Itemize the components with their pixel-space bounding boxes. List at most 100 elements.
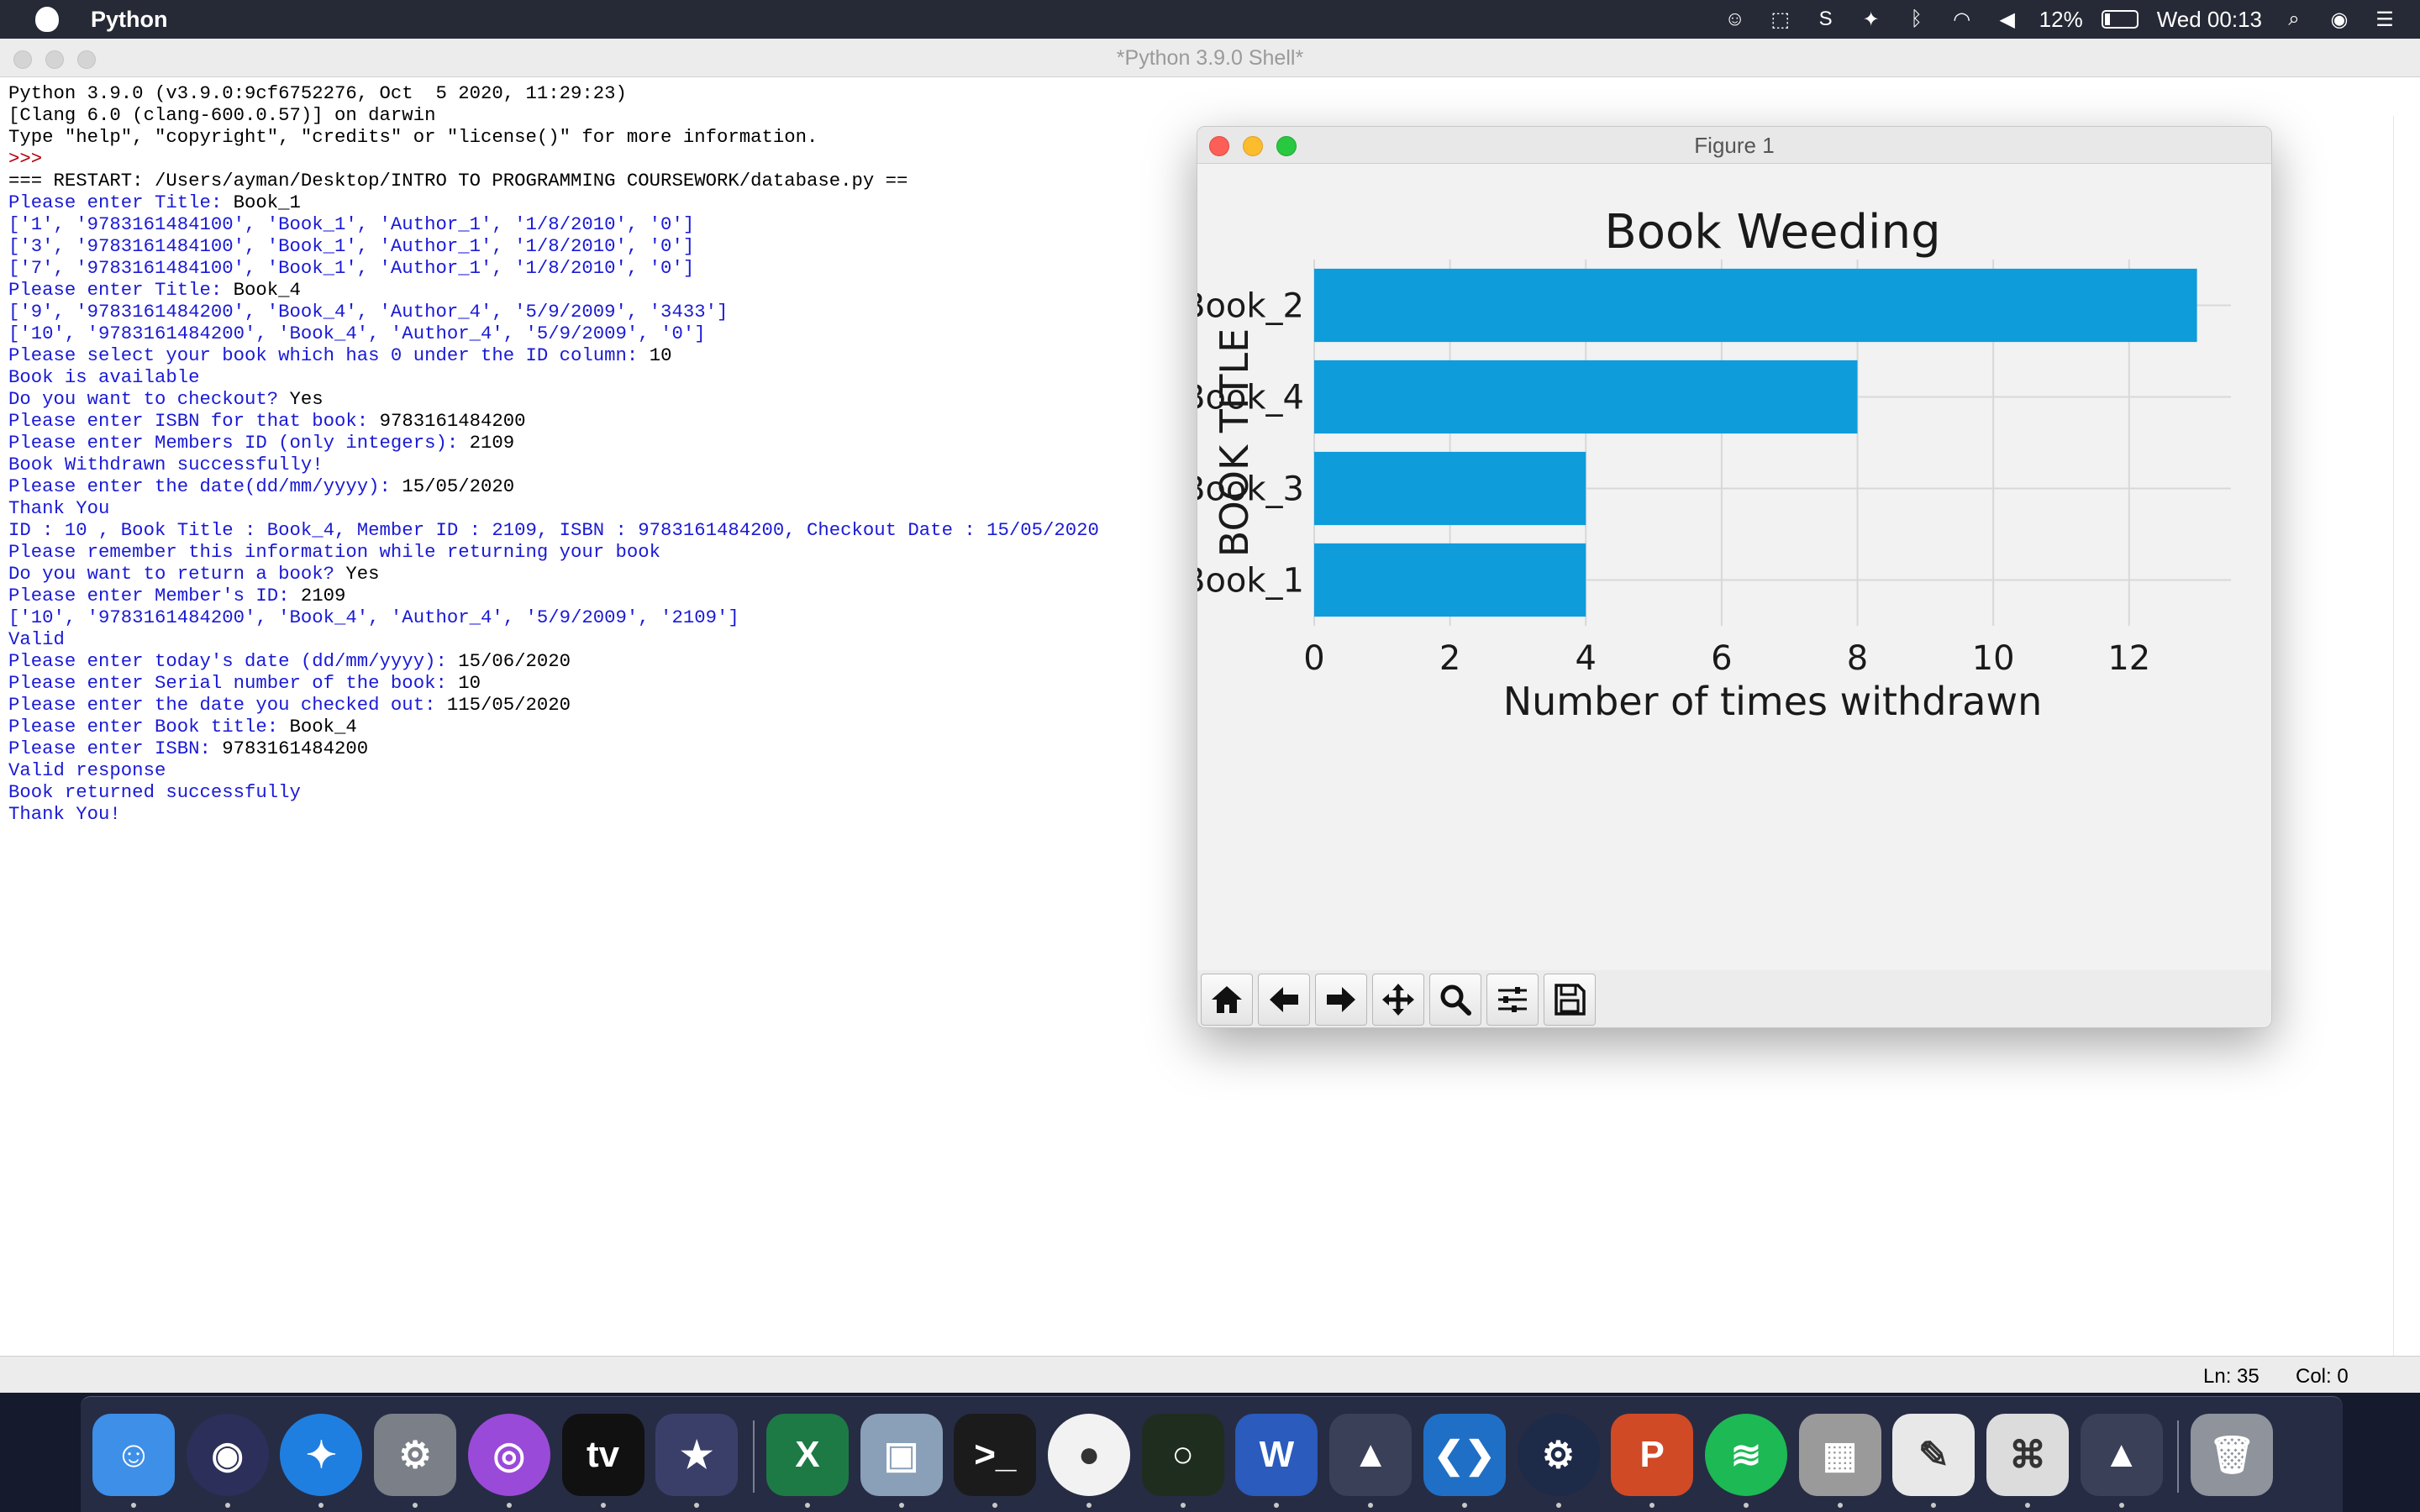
- excel-icon[interactable]: X: [765, 1414, 849, 1496]
- x-tick-label: 2: [1439, 639, 1460, 678]
- running-indicator: [2025, 1503, 2030, 1508]
- running-indicator: [1649, 1503, 1655, 1508]
- y-axis-label: BOOK TITLE: [1212, 328, 1257, 557]
- chrome-icon[interactable]: ●: [1048, 1414, 1130, 1496]
- zoom-button-toolbar[interactable]: [1429, 974, 1481, 1026]
- zoom-button[interactable]: [1276, 136, 1297, 156]
- running-indicator: [1837, 1503, 1843, 1508]
- x-tick-label: 10: [1972, 639, 2015, 678]
- shell-line: ['7', '9783161484100', 'Book_1', 'Author…: [8, 257, 695, 279]
- dock-separator: [2177, 1420, 2180, 1493]
- battery-icon[interactable]: [2101, 10, 2139, 29]
- steam-icon[interactable]: ⚙: [1517, 1414, 1600, 1496]
- running-indicator: [2118, 1503, 2124, 1508]
- shell-prompt-text: Please select your book which has 0 unde…: [8, 344, 650, 366]
- preview-icon[interactable]: ▣: [860, 1414, 943, 1496]
- trash-icon[interactable]: 🗑: [2191, 1414, 2274, 1496]
- bar-book-2: [1314, 268, 2197, 343]
- chart-canvas[interactable]: Book_2Book_4Book_3Book_1024681012Book We…: [1197, 164, 2271, 970]
- scrollbar[interactable]: [2393, 116, 2420, 1356]
- shell-line: Please enter Title: Book_1: [8, 192, 1099, 213]
- pan-button[interactable]: [1372, 974, 1424, 1026]
- calculator-icon[interactable]: ▦: [1798, 1414, 1881, 1496]
- shell-title: *Python 3.9.0 Shell*: [1116, 46, 1304, 70]
- alien-icon[interactable]: ☺: [1722, 7, 1749, 32]
- shell-line: Book is available: [8, 366, 200, 388]
- battery-percent[interactable]: 12%: [2039, 7, 2083, 33]
- bar-book-1: [1314, 543, 1586, 617]
- shell-line: ['10', '9783161484200', 'Book_4', 'Autho…: [8, 323, 706, 344]
- shell-line: Valid: [8, 628, 65, 650]
- running-indicator: [318, 1503, 324, 1508]
- rocket-2-icon[interactable]: ▲: [2080, 1414, 2163, 1496]
- bluetooth-icon[interactable]: ᛒ: [1903, 7, 1930, 32]
- shell-line: Please enter Members ID (only integers):…: [8, 432, 1099, 454]
- word-icon[interactable]: W: [1235, 1414, 1318, 1496]
- shell-user-input: 115/05/2020: [446, 694, 571, 716]
- shell-line: Book Withdrawn successfully!: [8, 454, 324, 475]
- shell-line: Please enter the date you checked out: 1…: [8, 694, 1099, 716]
- textedit-icon[interactable]: ✎: [1892, 1414, 1975, 1496]
- figure-title: Figure 1: [1694, 133, 1775, 158]
- save-button[interactable]: [1544, 974, 1596, 1026]
- shell-title-bar[interactable]: *Python 3.9.0 Shell*: [0, 39, 2420, 77]
- s5-icon[interactable]: S: [1812, 7, 1839, 32]
- safari-icon[interactable]: ✦: [280, 1414, 363, 1496]
- shell-prompt-text: Please enter ISBN for that book:: [8, 410, 380, 432]
- volume-icon[interactable]: ◀: [1994, 7, 2021, 32]
- configure-subplots-button[interactable]: [1486, 974, 1539, 1026]
- shell-line: Please enter today's date (dd/mm/yyyy): …: [8, 650, 1099, 672]
- running-indicator: [413, 1503, 418, 1508]
- forward-button[interactable]: [1315, 974, 1367, 1026]
- shell-prompt-text: Please enter today's date (dd/mm/yyyy):: [8, 650, 459, 672]
- running-indicator: [1461, 1503, 1467, 1508]
- python-launcher-icon[interactable]: ⌘: [1986, 1414, 2069, 1496]
- running-indicator: [992, 1503, 998, 1508]
- wifi-icon[interactable]: ◠: [1949, 7, 1975, 32]
- active-app-name[interactable]: Python: [91, 7, 168, 33]
- finder-icon[interactable]: ☺: [92, 1414, 175, 1496]
- powerpoint-icon[interactable]: P: [1611, 1414, 1694, 1496]
- imovie-icon[interactable]: ★: [655, 1414, 739, 1496]
- control-icon[interactable]: ✦: [1858, 7, 1885, 32]
- notification-center-icon[interactable]: ☰: [2371, 7, 2398, 32]
- shell-user-input: 2109: [469, 432, 515, 454]
- vs-code-icon[interactable]: ❮❯: [1423, 1414, 1506, 1496]
- shell-user-input: Yes: [289, 388, 324, 410]
- siri-icon[interactable]: ◉: [186, 1414, 269, 1496]
- system-preferences-icon[interactable]: ⚙: [374, 1414, 457, 1496]
- zoom-button[interactable]: [77, 50, 96, 69]
- shell-user-input: 15/05/2020: [402, 475, 515, 497]
- figure-title-bar[interactable]: Figure 1: [1197, 127, 2271, 164]
- spotlight-search-icon[interactable]: ⌕: [2281, 7, 2307, 32]
- shell-prompt-text: Please enter Member's ID:: [8, 585, 301, 606]
- running-indicator: [804, 1503, 810, 1508]
- bar-book-3: [1314, 451, 1586, 526]
- shell-line: [Clang 6.0 (clang-600.0.57)] on darwin: [8, 104, 436, 126]
- pycharm-icon[interactable]: ○: [1141, 1414, 1224, 1496]
- clock[interactable]: Wed 00:13: [2157, 7, 2262, 33]
- siri-icon[interactable]: ◉: [2326, 7, 2353, 32]
- shell-line: ['10', '9783161484200', 'Book_4', 'Autho…: [8, 606, 739, 628]
- shell-output[interactable]: Python 3.9.0 (v3.9.0:9cf6752276, Oct 5 2…: [8, 82, 1099, 825]
- figure-toolbar: [1197, 970, 2271, 1027]
- home-button[interactable]: [1201, 974, 1253, 1026]
- screen-capture-icon[interactable]: ⬚: [1767, 7, 1794, 32]
- shell-prompt-text: Please enter Title:: [8, 192, 234, 213]
- spotify-icon[interactable]: ≋: [1704, 1414, 1787, 1496]
- minimize-button[interactable]: [45, 50, 64, 69]
- terminal-icon[interactable]: >_: [954, 1414, 1037, 1496]
- apple-menu-icon[interactable]: [35, 7, 59, 32]
- running-indicator: [1743, 1503, 1749, 1508]
- close-button[interactable]: [13, 50, 32, 69]
- shell-line: Please enter Serial number of the book: …: [8, 672, 1099, 694]
- shell-line: ['3', '9783161484100', 'Book_1', 'Author…: [8, 235, 695, 257]
- running-indicator: [506, 1503, 512, 1508]
- podcasts-icon[interactable]: ◎: [467, 1414, 550, 1496]
- close-button[interactable]: [1209, 136, 1229, 156]
- minimize-button[interactable]: [1243, 136, 1263, 156]
- apple-tv-icon[interactable]: tv: [561, 1414, 644, 1496]
- shell-prompt-text: Please enter Book title:: [8, 716, 290, 738]
- rocket-icon[interactable]: ▲: [1329, 1414, 1413, 1496]
- back-button[interactable]: [1258, 974, 1310, 1026]
